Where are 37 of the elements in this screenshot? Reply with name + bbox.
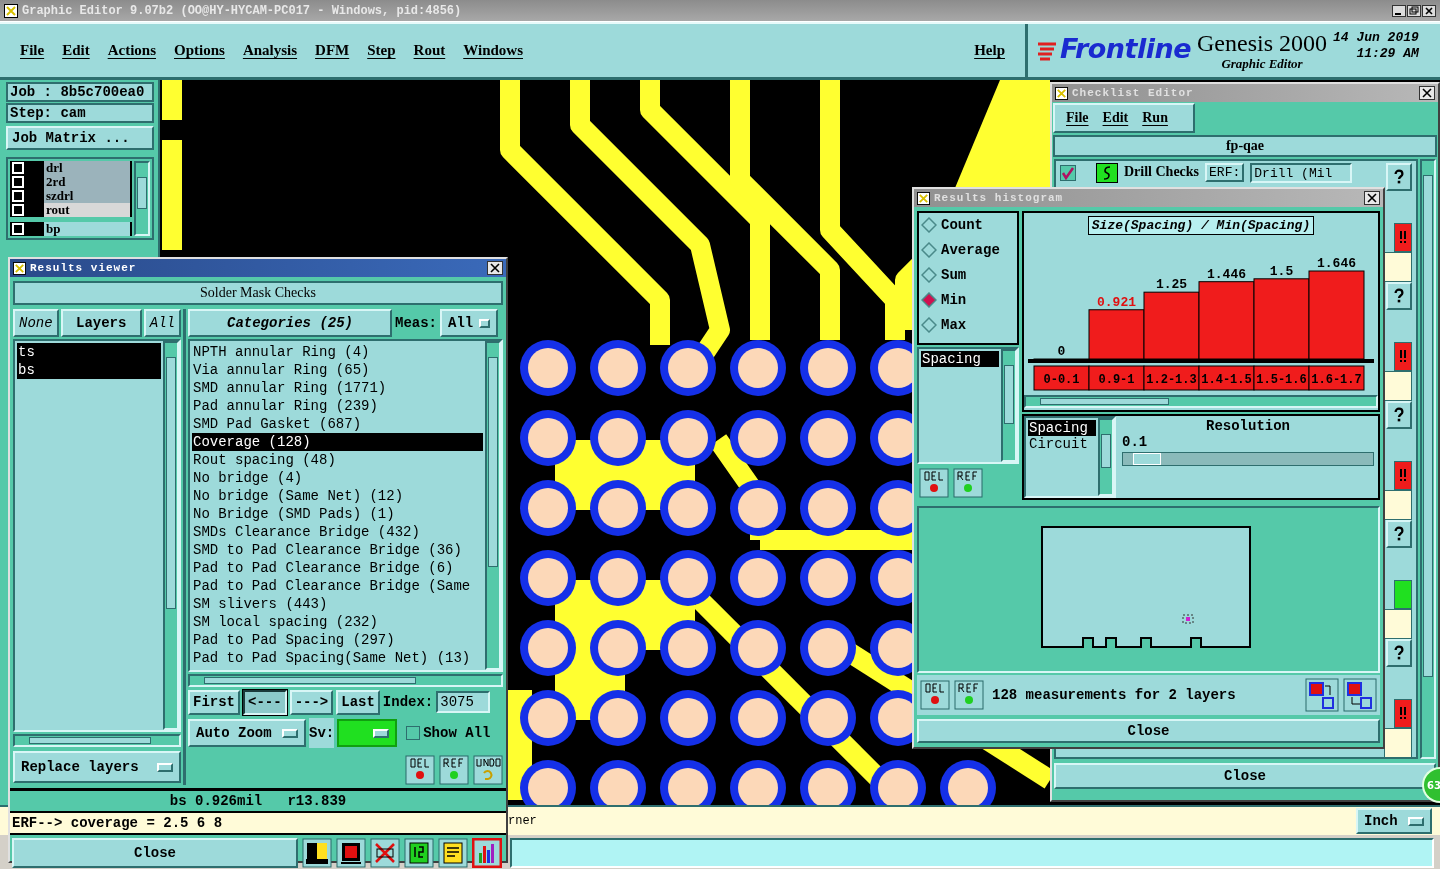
erf-message: ERF--> coverage = 2.5 6 8 — [10, 811, 506, 835]
window-title: Graphic Editor 9.07b2 (OO@HY-HYCAM-PC017 - Windows, pid:4856) — [22, 3, 462, 18]
status-message: rner — [508, 814, 537, 828]
step-label: Step: cam — [6, 103, 154, 123]
product-subtitle: Graphic Editor — [1221, 56, 1303, 72]
category-label: 1.5-1.6 — [1256, 373, 1307, 387]
category-label: 0-0.1 — [1043, 373, 1080, 387]
chart-title: Size(Spacing) / Min(Spacing) — [1087, 216, 1315, 235]
summary-text: 128 measurements for 2 layers — [991, 687, 1237, 704]
window-title: Checklist Editor — [1072, 87, 1194, 99]
category-label: 0.9-1 — [1098, 373, 1135, 387]
section-heading: Solder Mask Checks — [13, 281, 503, 305]
meas-label: Meas: — [395, 315, 437, 331]
window-title: Results histogram — [934, 192, 1064, 204]
bar-value-label: 0 — [1057, 344, 1066, 359]
category-label: 1.4-1.5 — [1201, 373, 1252, 387]
category-label: 1.2-1.3 — [1146, 373, 1197, 387]
bar-value-label: 1.25 — [1155, 277, 1188, 293]
bar-value-label: 1.5 — [1269, 263, 1294, 279]
category-label: 1.6-1.7 — [1311, 373, 1362, 387]
bar-value-label: 1.446 — [1207, 266, 1246, 282]
bar-value-label: 0.921 — [1097, 294, 1136, 310]
action-name: Drill Checks — [1124, 164, 1200, 180]
checklist-name: fp-qae — [1053, 135, 1437, 157]
job-label: Job : 8b5c700ea0 — [6, 82, 154, 102]
erf-label: ERF: — [1205, 163, 1245, 182]
window-title: Results viewer — [30, 262, 137, 274]
bar-value-label: 1.646 — [1317, 256, 1356, 271]
resolution-label: Resolution — [1206, 418, 1290, 434]
index-label: Index: — [382, 694, 434, 711]
show-all-label: Show All — [423, 725, 491, 742]
product-name: Genesis 2000 — [1197, 30, 1327, 56]
date-text: 14 Jun 2019 — [1333, 30, 1419, 46]
logo: Frontline — [1060, 33, 1191, 64]
sv-label: Sv: — [309, 718, 335, 749]
resolution-value: 0.1 — [1122, 434, 1149, 450]
time-text: 11:29 AM — [1356, 46, 1419, 62]
